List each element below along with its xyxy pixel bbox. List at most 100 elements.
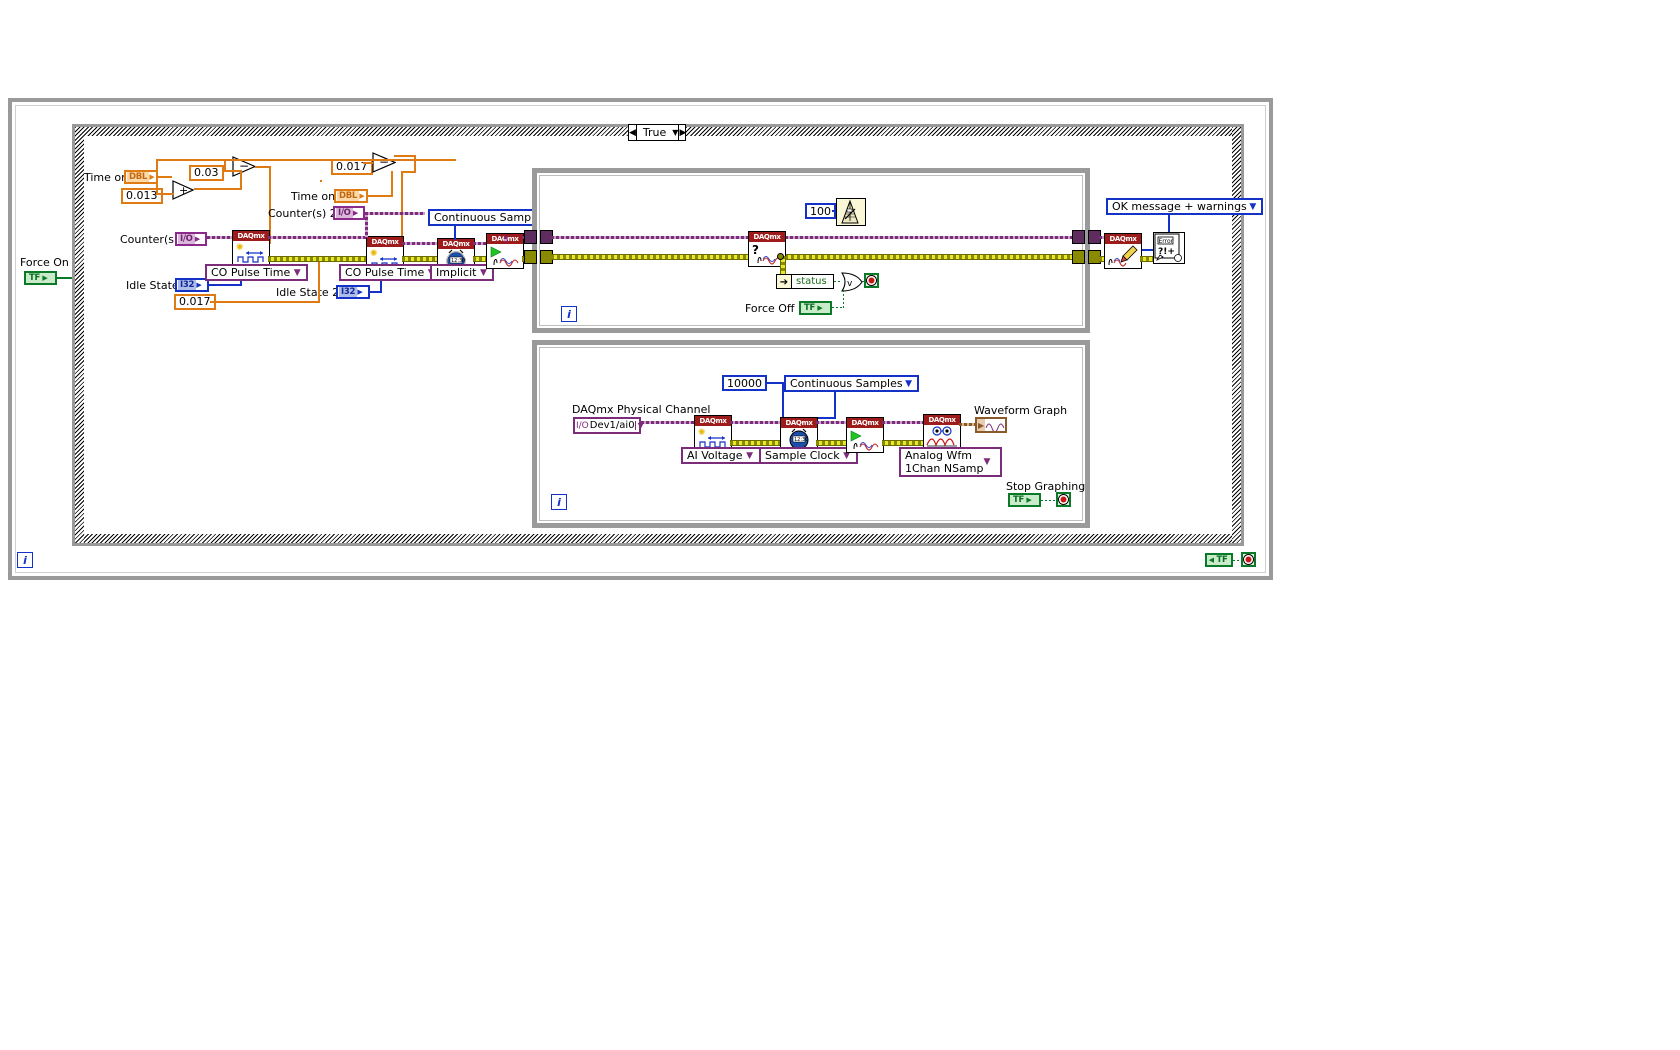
- err-tunnel-out-right[interactable]: [1072, 250, 1085, 264]
- case-bottom-hatch: [75, 534, 1241, 543]
- stop-graphing-nub: ▶: [1026, 496, 1032, 504]
- counters-2-nub: ▶: [352, 209, 359, 217]
- case-left-hatch: [75, 127, 84, 543]
- co-pulse-time-1-dropdown[interactable]: ▼: [290, 268, 304, 278]
- continuous-samples-bottom-dropdown[interactable]: ▼: [903, 379, 915, 389]
- idle-state-type: I32: [178, 280, 197, 290]
- svg-text:−: −: [379, 155, 389, 169]
- svg-text:✺: ✺: [236, 243, 244, 253]
- counters-2-label: Counter(s) 2: [268, 207, 337, 220]
- force-off-nub: ▶: [817, 304, 823, 312]
- wire-dbl-2: [156, 176, 158, 194]
- co-pulse-time-ring-1[interactable]: CO Pulse Time ▼: [205, 264, 309, 281]
- unbundle-arrow-icon: ➔: [777, 275, 792, 288]
- daqmx-read-node[interactable]: DAQmx: [923, 414, 961, 450]
- force-on-terminal-type: TF: [27, 273, 43, 283]
- outer-loop-stop-terminal[interactable]: ◀ TF: [1205, 553, 1233, 567]
- err-tunnel-in-left2[interactable]: [524, 250, 537, 264]
- idle-state-terminal[interactable]: I32 ▶: [175, 278, 209, 292]
- time-on-1-type: DBL: [127, 172, 150, 182]
- idle-state-2-type: I32: [339, 287, 358, 297]
- daqmx-header-5: DAQmx: [749, 232, 785, 242]
- wire-dbl-6: [194, 188, 242, 190]
- daqmx-start-task-ai-node[interactable]: DAQmx: [846, 417, 884, 453]
- counters-2-terminal[interactable]: I/O ▶: [333, 206, 365, 220]
- case-prev-arrow[interactable]: ◀: [629, 125, 637, 140]
- wire-0017b-1: [210, 301, 320, 303]
- counters-terminal[interactable]: I/O ▶: [175, 232, 207, 246]
- err-wire-right-1: [1099, 256, 1104, 262]
- daqmx-create-channel-ai-node[interactable]: DAQmx ✺: [694, 415, 732, 451]
- time-on-1-terminal[interactable]: DBL ▶: [124, 170, 158, 184]
- waveform-graph-indicator[interactable]: ▶: [975, 417, 1007, 433]
- task-wire-seg-4: [473, 242, 486, 245]
- wire-0017b-2: [318, 262, 320, 303]
- daqmx-header-7: DAQmx: [781, 418, 817, 428]
- unbundle-status-node[interactable]: ➔ status: [776, 274, 834, 289]
- co-pulse-time-1-value: CO Pulse Time: [211, 266, 291, 279]
- task-wire-ai-3: [816, 421, 846, 424]
- clear-task-icon: [1105, 244, 1141, 267]
- task-tunnel-out-right[interactable]: [1072, 230, 1085, 244]
- waveform-graph-nub: ▶: [977, 419, 986, 431]
- wire-cs-bottom-v: [834, 392, 836, 418]
- analog-wfm-line1: Analog Wfm: [905, 449, 972, 462]
- stop-graphing-label: Stop Graphing: [1006, 480, 1086, 493]
- subtract-primitive-2: −: [372, 152, 397, 173]
- wire-dbl-18: [320, 180, 322, 182]
- sample-clock-ring[interactable]: Sample Clock ▼: [759, 447, 858, 464]
- ok-message-ring[interactable]: OK message + warnings ▼: [1106, 198, 1263, 215]
- waveform-glyph: [985, 423, 1005, 431]
- graphing-loop-stop-button[interactable]: [1056, 492, 1071, 507]
- wire-timeon2-a: [368, 195, 393, 197]
- case-next-arrow[interactable]: ▶: [678, 125, 686, 140]
- wire-idle-1: [208, 284, 242, 286]
- co-pulse-time-2-value: CO Pulse Time: [345, 266, 425, 279]
- time-on-2-terminal[interactable]: DBL ▶: [334, 189, 368, 203]
- ai-voltage-ring[interactable]: AI Voltage ▼: [681, 447, 761, 464]
- err-wire-right-2: [1140, 256, 1153, 262]
- wire-dbl-14: [394, 155, 416, 157]
- analog-wfm-line2: 1Chan NSamp: [905, 462, 984, 475]
- daqmx-create-channel-1-node[interactable]: DAQmx ✺: [232, 230, 270, 266]
- constant-003[interactable]: 0.03: [189, 165, 224, 181]
- wire-forceoff-v: [843, 290, 844, 308]
- outer-loop-stop-button[interactable]: [1241, 552, 1256, 567]
- svg-text:✺: ✺: [370, 249, 378, 259]
- idle-state-nub: ▶: [196, 281, 202, 289]
- force-on-terminal[interactable]: TF ▶: [24, 271, 57, 285]
- idle-state-2-terminal[interactable]: I32 ▶: [336, 285, 370, 299]
- ai-voltage-dropdown[interactable]: ▼: [743, 451, 757, 461]
- continuous-samples-ring-bottom[interactable]: Continuous Samples ▼: [784, 375, 919, 392]
- wait-ms-node[interactable]: [836, 198, 866, 226]
- idle-state-label: Idle State: [126, 279, 179, 292]
- err-wire-seg-3: [473, 256, 486, 262]
- analog-wfm-ring[interactable]: Analog Wfm 1Chan NSamp ▼: [899, 447, 1002, 477]
- implicit-ring[interactable]: Implicit ▼: [430, 264, 495, 281]
- ok-message-dropdown[interactable]: ▼: [1247, 202, 1259, 212]
- co-pulse-time-ring-2[interactable]: CO Pulse Time ▼: [339, 264, 443, 281]
- case-selector[interactable]: ◀ True ▼ ▶: [628, 124, 686, 141]
- stop-graphing-terminal[interactable]: TF ▶: [1008, 493, 1041, 507]
- time-on-1-label: Time on: [84, 171, 129, 184]
- err-wire-loop-a: [551, 254, 749, 260]
- daqmx-clear-task-node[interactable]: DAQmx: [1104, 233, 1142, 269]
- outer-stop-type: TF: [1214, 555, 1230, 565]
- analog-wfm-dropdown[interactable]: ▼: [984, 449, 998, 475]
- wire-status-to-or: [834, 281, 842, 282]
- simple-error-handler-node[interactable]: Error ?!+: [1153, 232, 1185, 264]
- physical-channel-control[interactable]: I/O Dev1/ai0 ▼: [573, 417, 644, 434]
- implicit-dropdown[interactable]: ▼: [476, 268, 490, 278]
- case-selector-value: True: [642, 126, 667, 139]
- task-tunnel-in-left2[interactable]: [524, 230, 537, 244]
- time-on-2-type: DBL: [337, 191, 360, 201]
- constant-10000[interactable]: 10000: [722, 375, 767, 391]
- wire-dbl-9: [224, 161, 226, 172]
- err-wire-ai-2: [816, 440, 846, 446]
- wire-dbl-17: [401, 171, 403, 243]
- create-channel-ai-icon: ✺: [695, 426, 731, 449]
- force-off-terminal[interactable]: TF ▶: [799, 301, 832, 315]
- physical-channel-label: DAQmx Physical Channel: [572, 403, 711, 416]
- counter-loop-stop-button[interactable]: [864, 273, 879, 288]
- physical-channel-value: Dev1/ai0: [589, 420, 635, 431]
